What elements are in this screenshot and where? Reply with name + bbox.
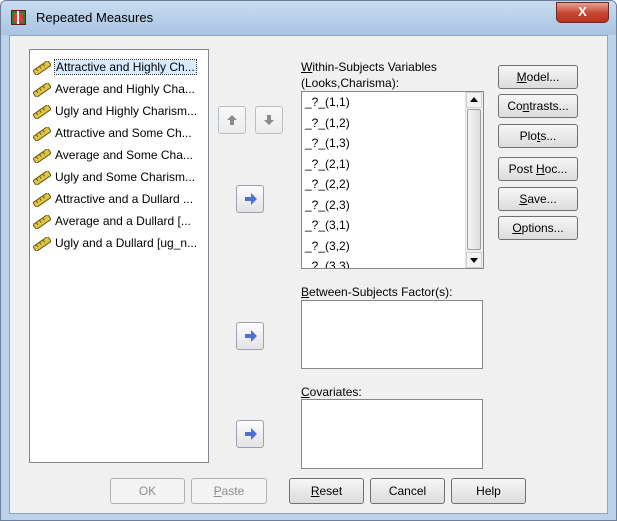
source-variable-item[interactable]: Ugly and Some Charism... xyxy=(30,166,208,188)
scale-ruler-icon xyxy=(32,235,52,253)
move-to-covariates-button[interactable] xyxy=(236,420,264,448)
scale-ruler-icon xyxy=(32,125,52,143)
source-variable-label: Ugly and a Dullard [ug_n... xyxy=(55,236,198,250)
move-to-within-button[interactable] xyxy=(236,185,264,213)
source-variable-label: Average and a Dullard [... xyxy=(55,214,191,228)
source-variable-item[interactable]: Attractive and Highly Ch... xyxy=(30,56,208,78)
between-subjects-factors-list[interactable] xyxy=(301,300,483,369)
reset-button[interactable]: Reset xyxy=(289,478,364,504)
options-button[interactable]: Options... xyxy=(498,216,578,240)
within-variable-item[interactable]: _?_(2,3) xyxy=(302,195,483,216)
source-variable-label: Average and Some Cha... xyxy=(55,148,193,162)
within-variable-item[interactable]: _?_(1,3) xyxy=(302,133,483,154)
move-up-button[interactable] xyxy=(218,106,246,134)
spss-app-icon xyxy=(11,10,26,25)
move-down-button[interactable] xyxy=(255,106,283,134)
within-subjects-label: Within-Subjects Variables xyxy=(301,60,437,74)
scroll-down-icon xyxy=(470,258,478,263)
within-variable-item[interactable]: _?_(3,3) xyxy=(302,256,483,268)
scale-ruler-icon xyxy=(32,213,52,231)
scroll-up-button[interactable] xyxy=(466,92,482,108)
move-to-between-button[interactable] xyxy=(236,322,264,350)
source-variable-item[interactable]: Ugly and Highly Charism... xyxy=(30,100,208,122)
scale-ruler-icon xyxy=(32,59,52,77)
within-variable-item[interactable]: _?_(1,2) xyxy=(302,113,483,134)
repeated-measures-dialog: Repeated Measures X Attractive and Highl… xyxy=(0,0,617,521)
contrasts-button[interactable]: Contrasts... xyxy=(498,94,578,118)
source-variable-label: Average and Highly Cha... xyxy=(55,82,195,96)
between-subjects-label: Between-Subjects Factor(s): xyxy=(301,285,453,299)
paste-button[interactable]: Paste xyxy=(191,478,267,504)
within-scrollbar[interactable] xyxy=(465,92,483,268)
scroll-thumb[interactable] xyxy=(467,109,481,250)
ok-button[interactable]: OK xyxy=(110,478,185,504)
model-button[interactable]: Model... xyxy=(498,65,578,89)
post-hoc-button[interactable]: Post Hoc... xyxy=(498,157,578,181)
save-button[interactable]: Save... xyxy=(498,187,578,211)
source-variable-item[interactable]: Attractive and a Dullard ... xyxy=(30,188,208,210)
source-variable-label: Attractive and Some Ch... xyxy=(55,126,192,140)
title-bar: Repeated Measures X xyxy=(1,1,616,35)
scroll-down-button[interactable] xyxy=(466,252,482,268)
arrow-up-icon xyxy=(227,115,237,125)
scale-ruler-icon xyxy=(32,147,52,165)
within-items-container: _?_(1,1) _?_(1,2) _?_(1,3) _?_(2,1) _?_(2,2)… xyxy=(302,92,483,268)
help-button[interactable]: Help xyxy=(451,478,526,504)
source-variable-label: Attractive and a Dullard ... xyxy=(55,192,194,206)
covariates-label: Covariates: xyxy=(301,385,362,399)
arrow-right-icon xyxy=(245,330,257,342)
cancel-button[interactable]: Cancel xyxy=(370,478,445,504)
within-variable-item[interactable]: _?_(1,1) xyxy=(302,92,483,113)
scale-ruler-icon xyxy=(32,169,52,187)
within-variable-item[interactable]: _?_(3,1) xyxy=(302,215,483,236)
within-variable-item[interactable]: _?_(2,1) xyxy=(302,154,483,175)
scale-ruler-icon xyxy=(32,191,52,209)
arrow-down-icon xyxy=(264,115,274,125)
scale-ruler-icon xyxy=(32,81,52,99)
within-variable-item[interactable]: _?_(3,2) xyxy=(302,236,483,257)
scroll-up-icon xyxy=(470,97,478,102)
window-title: Repeated Measures xyxy=(36,10,154,25)
source-variable-label: Ugly and Highly Charism... xyxy=(55,104,198,118)
source-variable-item[interactable]: Average and Highly Cha... xyxy=(30,78,208,100)
arrow-right-icon xyxy=(245,193,257,205)
plots-button[interactable]: Plots... xyxy=(498,124,578,148)
arrow-right-icon xyxy=(245,428,257,440)
source-variable-label: Attractive and Highly Ch... xyxy=(54,59,197,75)
dialog-body: Attractive and Highly Ch... Average and H… xyxy=(9,35,608,514)
within-variable-item[interactable]: _?_(2,2) xyxy=(302,174,483,195)
within-subjects-factors-label: (Looks,Charisma): xyxy=(301,76,400,90)
close-icon: X xyxy=(578,4,587,19)
source-variable-item[interactable]: Ugly and a Dullard [ug_n... xyxy=(30,232,208,254)
covariates-list[interactable] xyxy=(301,399,483,469)
source-variable-item[interactable]: Average and Some Cha... xyxy=(30,144,208,166)
within-subjects-variables-list[interactable]: _?_(1,1) _?_(1,2) _?_(1,3) _?_(2,1) _?_(2,2)… xyxy=(301,91,484,269)
source-variable-item[interactable]: Average and a Dullard [... xyxy=(30,210,208,232)
source-variable-label: Ugly and Some Charism... xyxy=(55,170,196,184)
close-button[interactable]: X xyxy=(556,2,609,23)
scale-ruler-icon xyxy=(32,103,52,121)
source-variable-item[interactable]: Attractive and Some Ch... xyxy=(30,122,208,144)
source-variable-list[interactable]: Attractive and Highly Ch... Average and H… xyxy=(29,49,209,463)
